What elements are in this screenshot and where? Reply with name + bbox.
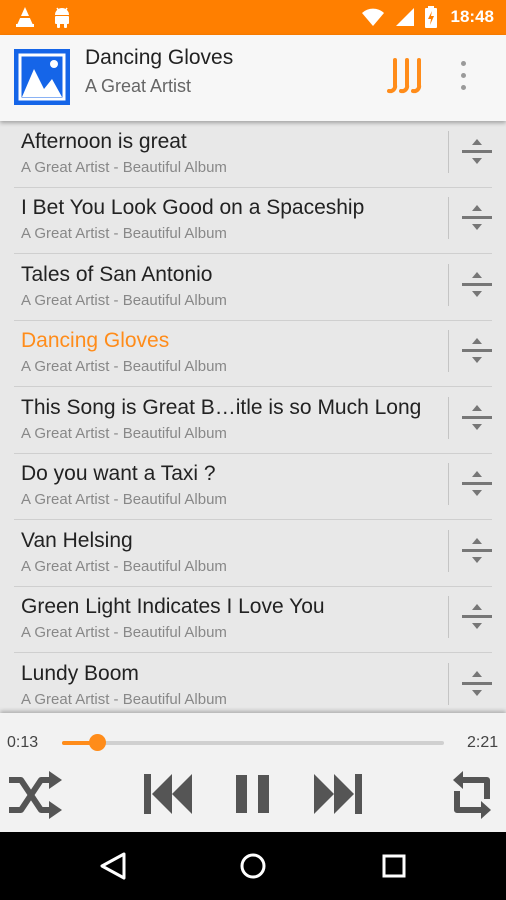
now-playing-header[interactable]: Dancing Gloves A Great Artist	[0, 35, 506, 121]
song-subtitle: A Great Artist - Beautiful Album	[21, 624, 227, 641]
list-item[interactable]: This Song is Great B…itle is so Much Lon…	[14, 387, 492, 454]
pause-icon[interactable]	[234, 771, 272, 817]
now-playing-artist: A Great Artist	[85, 76, 192, 96]
song-title: Do you want a Taxi ?	[21, 462, 216, 485]
list-item[interactable]: Van Helsing A Great Artist - Beautiful A…	[14, 520, 492, 587]
song-subtitle: A Great Artist - Beautiful Album	[21, 491, 227, 508]
list-item[interactable]: Tales of San Antonio A Great Artist - Be…	[14, 254, 492, 321]
row-divider	[448, 131, 449, 173]
song-subtitle: A Great Artist - Beautiful Album	[21, 425, 227, 442]
signal-icon	[395, 8, 414, 26]
song-subtitle: A Great Artist - Beautiful Album	[21, 691, 227, 708]
skip-previous-icon[interactable]	[144, 771, 194, 817]
status-time: 18:48	[450, 7, 494, 26]
row-divider	[448, 330, 449, 372]
drag-handle-icon[interactable]	[461, 337, 493, 365]
wifi-icon	[361, 8, 384, 26]
home-icon[interactable]	[238, 851, 268, 881]
android-icon	[55, 7, 69, 28]
drag-handle-icon[interactable]	[461, 470, 493, 498]
list-item-now-playing[interactable]: Dancing Gloves A Great Artist - Beautifu…	[14, 320, 492, 387]
song-title: Lundy Boom	[21, 662, 139, 685]
song-title: Van Helsing	[21, 529, 133, 552]
row-divider	[448, 463, 449, 505]
row-divider	[448, 663, 449, 705]
row-divider	[448, 197, 449, 239]
row-divider	[448, 530, 449, 572]
more-vert-icon[interactable]	[452, 61, 474, 95]
list-item[interactable]: Lundy Boom A Great Artist - Beautiful Al…	[14, 653, 492, 713]
drag-handle-icon[interactable]	[461, 404, 493, 432]
song-title: Green Light Indicates I Love You	[21, 595, 325, 618]
equalizer-icon[interactable]	[386, 57, 428, 97]
song-title: This Song is Great B…itle is so Much Lon…	[21, 396, 422, 419]
navigation-bar	[0, 832, 506, 900]
skip-next-icon[interactable]	[312, 771, 362, 817]
song-subtitle: A Great Artist - Beautiful Album	[21, 292, 227, 309]
song-list[interactable]: Afternoon is great A Great Artist - Beau…	[0, 121, 506, 713]
song-title: Afternoon is great	[21, 130, 187, 153]
status-bar: 18:48	[0, 0, 506, 35]
player-controls: 0:13 2:21	[0, 713, 506, 832]
battery-charging-icon	[424, 6, 437, 28]
vlc-cone-icon	[16, 7, 34, 27]
time-elapsed: 0:13	[7, 734, 39, 751]
song-subtitle: A Great Artist - Beautiful Album	[21, 159, 227, 176]
drag-handle-icon[interactable]	[461, 204, 493, 232]
song-subtitle: A Great Artist - Beautiful Album	[21, 225, 227, 242]
song-title: I Bet You Look Good on a Spaceship	[21, 196, 365, 219]
image-placeholder-icon[interactable]	[14, 49, 70, 105]
list-item[interactable]: Afternoon is great A Great Artist - Beau…	[14, 121, 492, 188]
song-subtitle: A Great Artist - Beautiful Album	[21, 558, 227, 575]
repeat-icon[interactable]	[449, 771, 495, 819]
drag-handle-icon[interactable]	[461, 603, 493, 631]
song-title: Dancing Gloves	[21, 329, 170, 352]
list-item[interactable]: I Bet You Look Good on a Spaceship A Gre…	[14, 187, 492, 254]
drag-handle-icon[interactable]	[461, 138, 493, 166]
recents-icon[interactable]	[379, 851, 409, 881]
seek-bar[interactable]	[62, 734, 444, 751]
shuffle-icon[interactable]	[7, 771, 63, 819]
row-divider	[448, 596, 449, 638]
drag-handle-icon[interactable]	[461, 271, 493, 299]
seek-bar-thumb[interactable]	[89, 734, 107, 751]
now-playing-title: Dancing Gloves	[85, 46, 234, 69]
drag-handle-icon[interactable]	[461, 670, 493, 698]
list-item[interactable]: Do you want a Taxi ? A Great Artist - Be…	[14, 453, 492, 520]
list-item[interactable]: Green Light Indicates I Love You A Great…	[14, 586, 492, 653]
row-divider	[448, 397, 449, 439]
drag-handle-icon[interactable]	[461, 537, 493, 565]
row-divider	[448, 264, 449, 306]
song-subtitle: A Great Artist - Beautiful Album	[21, 358, 227, 375]
back-icon[interactable]	[98, 851, 128, 881]
time-total: 2:21	[467, 734, 499, 751]
song-title: Tales of San Antonio	[21, 263, 213, 286]
